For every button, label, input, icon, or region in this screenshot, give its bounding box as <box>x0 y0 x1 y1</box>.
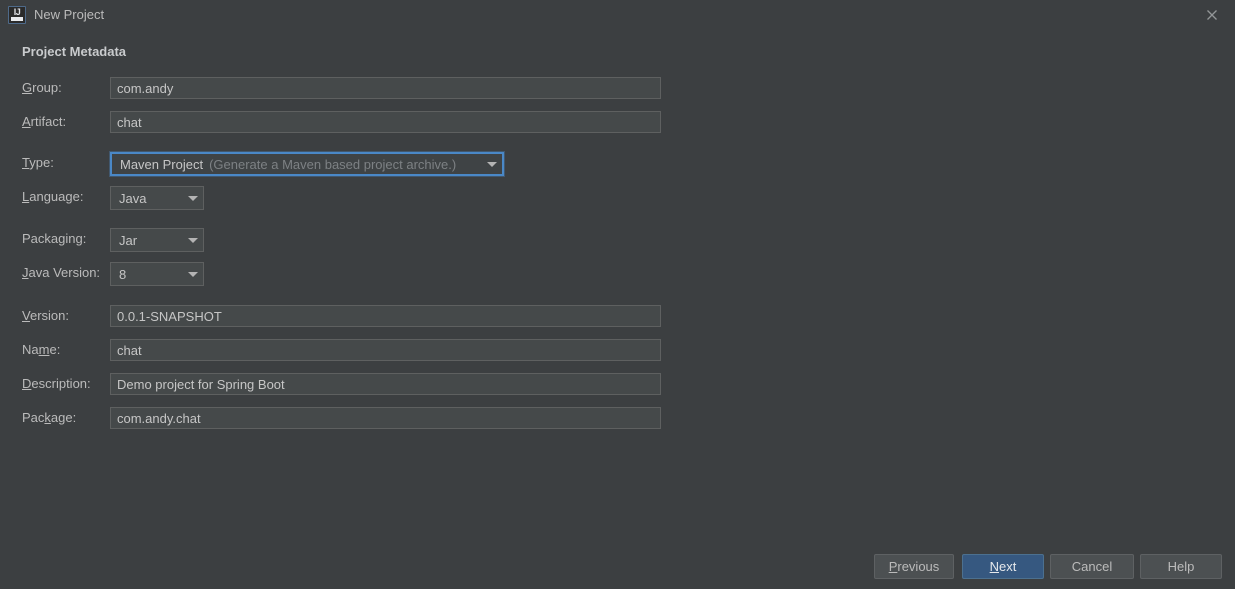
form-row-artifact: Artifact: <box>0 111 1235 133</box>
form-row-type: Type: Maven Project (Generate a Maven ba… <box>0 152 1235 176</box>
java-version-dropdown-value: 8 <box>119 266 127 282</box>
type-dropdown[interactable]: Maven Project (Generate a Maven based pr… <box>110 152 504 176</box>
form-row-language: Language: Java <box>0 186 1235 210</box>
form-row-version: Version: <box>0 305 1235 327</box>
type-dropdown-value: Maven Project <box>120 156 204 172</box>
close-icon[interactable] <box>1203 6 1221 24</box>
page-title: Project Metadata <box>22 44 127 59</box>
form-row-group: Group: <box>0 77 1235 99</box>
type-label: Type: <box>22 155 54 170</box>
version-input[interactable] <box>110 305 661 327</box>
package-label: Package: <box>22 410 77 425</box>
cancel-button[interactable]: Cancel <box>1050 554 1134 579</box>
group-label: Group: <box>22 80 62 95</box>
description-label: Description: <box>22 376 91 391</box>
version-label: Version: <box>22 308 69 323</box>
java-version-dropdown[interactable]: 8 <box>110 262 204 286</box>
type-dropdown-hint: (Generate a Maven based project archive.… <box>209 156 457 172</box>
help-button[interactable]: Help <box>1140 554 1222 579</box>
form-row-name: Name: <box>0 339 1235 361</box>
name-label: Name: <box>22 342 61 357</box>
window-title-bar: IJ New Project <box>0 0 1235 30</box>
language-label: Language: <box>22 189 84 204</box>
window-title: New Project <box>34 7 105 22</box>
form-row-package: Package: <box>0 407 1235 429</box>
name-input[interactable] <box>110 339 661 361</box>
packaging-dropdown-value: Jar <box>119 232 138 248</box>
intellij-idea-icon: IJ <box>8 6 26 24</box>
language-dropdown-value: Java <box>119 190 147 206</box>
previous-button[interactable]: Previous <box>874 554 954 579</box>
chevron-down-icon <box>183 237 203 243</box>
form-row-packaging: Packaging: Jar <box>0 228 1235 252</box>
form-row-description: Description: <box>0 373 1235 395</box>
chevron-down-icon <box>183 271 203 277</box>
app-icon-bar <box>11 17 23 21</box>
java-version-label: Java Version: <box>22 265 101 280</box>
chevron-down-icon <box>482 161 502 167</box>
artifact-label: Artifact: <box>22 114 67 129</box>
artifact-input[interactable] <box>110 111 661 133</box>
next-button[interactable]: Next <box>962 554 1044 579</box>
description-input[interactable] <box>110 373 661 395</box>
packaging-dropdown[interactable]: Jar <box>110 228 204 252</box>
group-input[interactable] <box>110 77 661 99</box>
packaging-label: Packaging: <box>22 231 87 246</box>
language-dropdown[interactable]: Java <box>110 186 204 210</box>
form-row-java-version: Java Version: 8 <box>0 262 1235 286</box>
chevron-down-icon <box>183 195 203 201</box>
package-input[interactable] <box>110 407 661 429</box>
